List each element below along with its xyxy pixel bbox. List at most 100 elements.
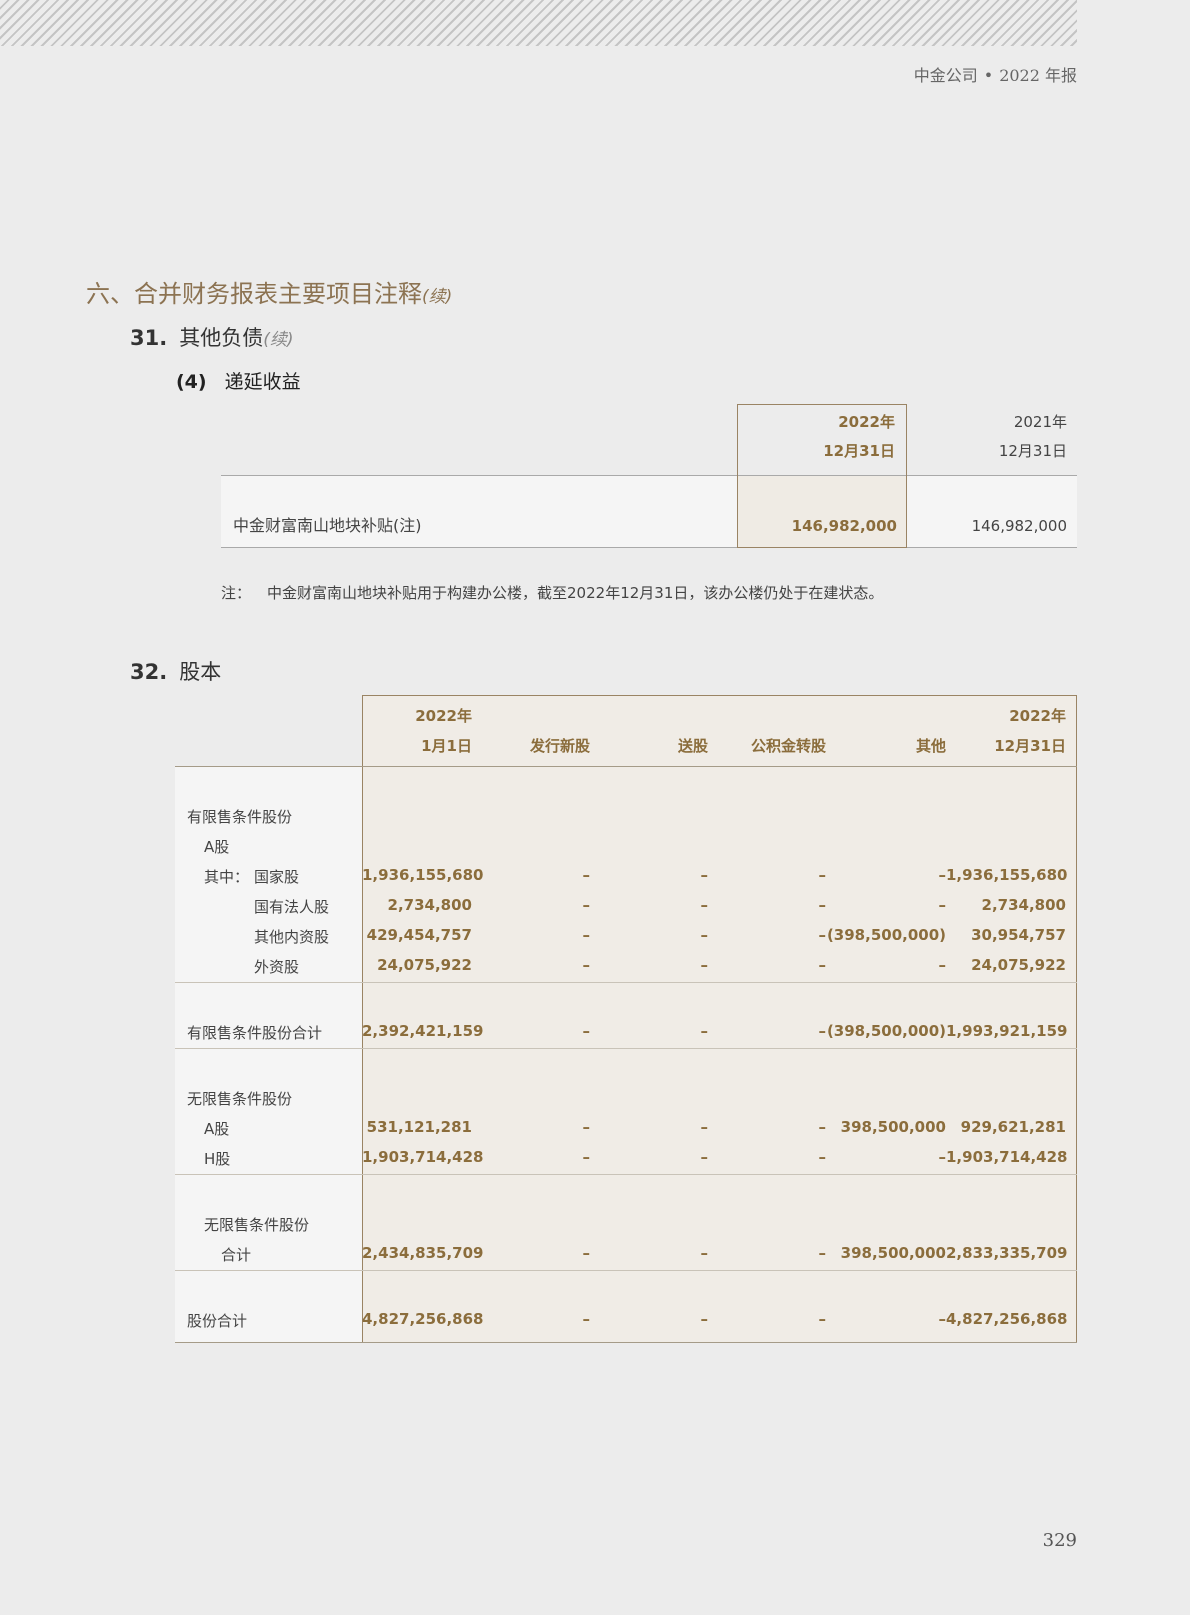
cell: 4,827,256,868 <box>946 1310 1068 1328</box>
cell: – <box>582 1148 591 1166</box>
cell: – <box>582 956 591 974</box>
footnote: 注： 中金财富南山地块补贴用于构建办公楼，截至2022年12月31日，该办公楼仍处… <box>221 582 883 603</box>
col-bonus-issue: 送股 <box>677 737 708 755</box>
label-unrestricted-total-1: 无限售条件股份 <box>204 1216 310 1234</box>
cell: – <box>582 1244 591 1262</box>
running-header: 中金公司 • 2022 年报 <box>914 62 1077 86</box>
row-label: 外资股 <box>254 958 300 976</box>
cell: 398,500,000 <box>840 1118 946 1136</box>
rule <box>175 1174 1077 1175</box>
section-title-text: 六、合并财务报表主要项目注释 <box>86 280 422 308</box>
cell: – <box>582 926 591 944</box>
col-2022-year: 2022年 <box>838 413 895 431</box>
cell: – <box>818 866 827 884</box>
sub-title-31-continued: (续) <box>263 330 294 350</box>
section-title-continued: (续) <box>422 287 453 307</box>
cell: – <box>818 956 827 974</box>
cell: – <box>582 1118 591 1136</box>
cell: – <box>582 1022 591 1040</box>
row-label: A股 <box>204 1120 230 1138</box>
value-2022: 146,982,000 <box>791 517 897 535</box>
cell: – <box>700 926 709 944</box>
page-number: 329 <box>1042 1530 1077 1551</box>
cell: – <box>818 1310 827 1328</box>
header-hatch-band <box>0 0 1077 46</box>
row-label: 其他内资股 <box>254 928 330 946</box>
share-capital-table: 2022年 1月1日 发行新股 送股 公积金转股 其他 2022年 12月31日… <box>175 695 1077 1343</box>
cell: 2,392,421,159 <box>362 1022 484 1040</box>
label-a-share: A股 <box>204 838 230 856</box>
bottom-rule <box>221 547 1077 548</box>
cell: 1,936,155,680 <box>946 866 1068 884</box>
row-label: H股 <box>204 1150 231 1168</box>
cell: 429,454,757 <box>366 926 472 944</box>
cell: 24,075,922 <box>971 956 1066 974</box>
cell: 531,121,281 <box>366 1118 472 1136</box>
cell: (398,500,000) <box>826 1022 946 1040</box>
col-opening-year: 2022年 <box>415 707 472 725</box>
cell: – <box>700 866 709 884</box>
label-of-which: 其中： <box>204 868 250 886</box>
header-rule <box>175 766 1077 767</box>
bottom-rule <box>175 1342 1077 1343</box>
col-closing-date: 12月31日 <box>994 737 1066 755</box>
cell: – <box>582 896 591 914</box>
cell: – <box>938 896 947 914</box>
cell: (398,500,000) <box>826 926 946 944</box>
rule <box>175 982 1077 983</box>
row-label: 国家股 <box>254 868 300 886</box>
sub-title-31-4-text: 递延收益 <box>224 371 301 393</box>
cell: 2,833,335,709 <box>946 1244 1068 1262</box>
row-label: 中金财富南山地块补贴(注) <box>233 516 422 535</box>
col-2021-date: 12月31日 <box>998 442 1067 460</box>
cell: – <box>938 1148 947 1166</box>
cell: – <box>700 896 709 914</box>
col-new-issue: 发行新股 <box>529 737 590 755</box>
sub-title-31-num: 31. <box>130 326 168 350</box>
cell: 24,075,922 <box>377 956 472 974</box>
cell: 1,903,714,428 <box>946 1148 1068 1166</box>
label-restricted: 有限售条件股份 <box>187 808 293 826</box>
cell: – <box>582 1310 591 1328</box>
col-2022-date: 12月31日 <box>823 442 895 460</box>
cell: 2,734,800 <box>387 896 472 914</box>
cell: – <box>938 1310 947 1328</box>
cell: 4,827,256,868 <box>362 1310 484 1328</box>
label-restricted-total: 有限售条件股份合计 <box>187 1024 323 1042</box>
label-grand-total: 股份合计 <box>187 1312 248 1330</box>
cell: 1,993,921,159 <box>946 1022 1068 1040</box>
cell: – <box>938 956 947 974</box>
sub-title-32: 32. 股本 <box>130 656 221 686</box>
cell: 30,954,757 <box>971 926 1066 944</box>
cell: – <box>818 926 827 944</box>
cell: – <box>700 1310 709 1328</box>
header-dot: • <box>983 66 994 85</box>
sub-title-31-4-num: (4) <box>176 371 207 393</box>
cell: – <box>700 1118 709 1136</box>
cell: – <box>700 956 709 974</box>
cell: – <box>938 866 947 884</box>
header-company: 中金公司 <box>913 66 978 85</box>
cell: – <box>818 1148 827 1166</box>
sub-title-31-text: 其他负债 <box>179 326 264 350</box>
cell: 929,621,281 <box>960 1118 1066 1136</box>
cell: – <box>818 896 827 914</box>
rule <box>175 1048 1077 1049</box>
header-rule <box>221 475 1077 476</box>
cell: 2,734,800 <box>981 896 1066 914</box>
rule <box>175 1270 1077 1271</box>
cell: – <box>700 1244 709 1262</box>
footnote-label: 注： <box>221 584 252 602</box>
cell: 2,434,835,709 <box>362 1244 484 1262</box>
cell: 1,903,714,428 <box>362 1148 484 1166</box>
value-2021: 146,982,000 <box>971 517 1067 535</box>
row-label: 国有法人股 <box>254 898 330 916</box>
col-reserve-conversion: 公积金转股 <box>750 737 826 755</box>
col-opening-date: 1月1日 <box>421 737 472 755</box>
sub-title-32-text: 股本 <box>179 660 222 684</box>
section-title: 六、合并财务报表主要项目注释(续) <box>86 274 452 309</box>
cell: – <box>582 866 591 884</box>
sub-title-31-4: (4) 递延收益 <box>176 367 301 394</box>
header-report: 2022 年报 <box>999 66 1077 85</box>
footnote-text: 中金财富南山地块补贴用于构建办公楼，截至2022年12月31日，该办公楼仍处于在… <box>267 584 884 602</box>
